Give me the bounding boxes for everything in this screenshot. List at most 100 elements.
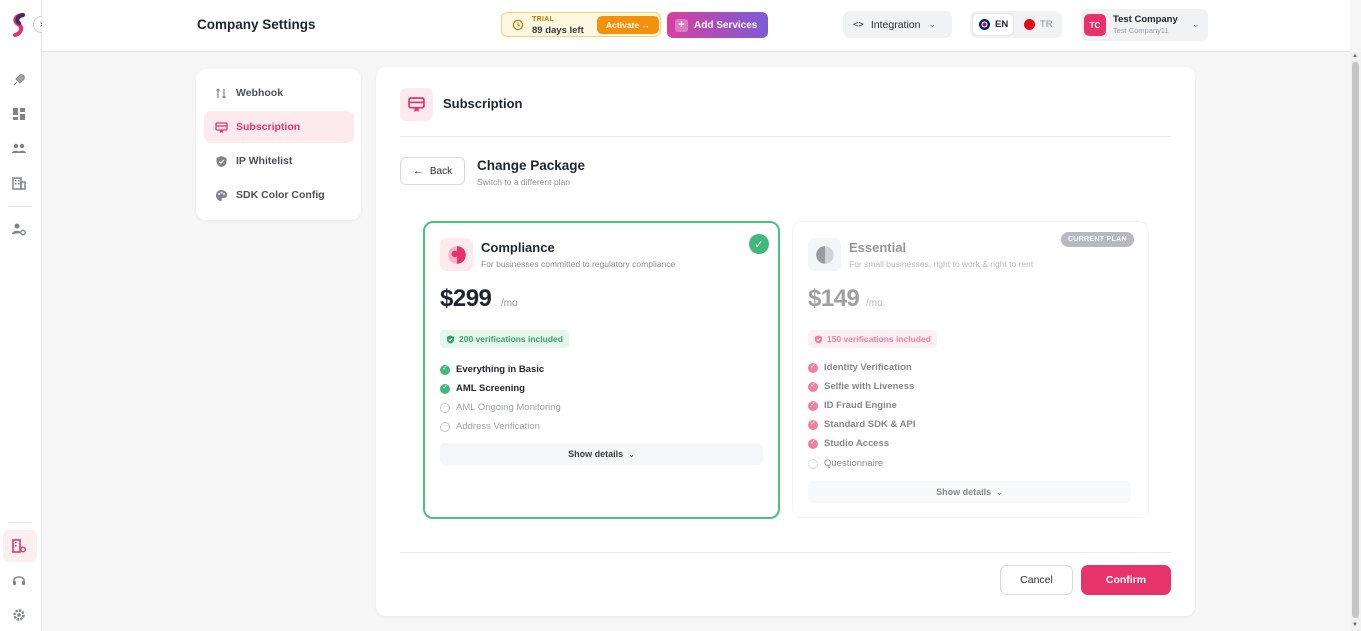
change-package-title: Change Package [477, 158, 586, 173]
menu-item-sdk-color-config[interactable]: SDK Color Config [204, 179, 354, 211]
check-circle-icon: ✓ [808, 438, 818, 449]
check-circle-icon: ✓ [440, 383, 450, 394]
verifications-label: 150 verifications included [827, 334, 931, 344]
avatar: TC [1084, 14, 1106, 36]
scroll-up-arrow-icon[interactable]: ▲ [1352, 53, 1358, 59]
chevron-down-icon: ⌄ [628, 449, 635, 459]
cancel-button[interactable]: Cancel [1000, 565, 1073, 595]
verifications-badge: 200 verifications included [440, 330, 569, 348]
empty-circle-icon: – [808, 458, 818, 469]
check-circle-icon: ✓ [808, 362, 818, 373]
language-tr-label: TR [1040, 19, 1053, 30]
menu-item-ip-whitelist[interactable]: IP Whitelist [204, 145, 354, 177]
integration-dropdown[interactable]: <> Integration ⌄ [843, 11, 952, 38]
subscription-icon [400, 88, 433, 121]
empty-circle-icon: – [440, 402, 450, 413]
check-circle-icon: ✓ [808, 381, 818, 392]
check-circle-icon: ✓ [808, 419, 818, 430]
trial-label: TRIAL [532, 16, 555, 23]
menu-item-subscription[interactable]: Subscription [204, 111, 354, 143]
user-menu[interactable]: TC Test Company Test Company11 ⌄ [1081, 9, 1208, 41]
change-package-subtitle: Switch to a different plan [477, 177, 570, 187]
feature-item: – Questionnaire [808, 458, 883, 469]
section-divider [400, 136, 1171, 137]
feature-item: – AML Ongoing Monitoring [440, 402, 561, 413]
plan-period: /mo [501, 298, 518, 309]
feature-label: AML Ongoing Monitoring [456, 402, 561, 413]
verifications-label: 200 verifications included [459, 334, 563, 344]
plan-price: $299 [440, 285, 492, 312]
feature-item: ✓ Identity Verification [808, 362, 912, 373]
feature-item: ✓ Standard SDK & API [808, 419, 916, 430]
language-en-label: EN [995, 19, 1009, 30]
rail-divider [8, 206, 32, 207]
feature-item: ✓ Selfie with Liveness [808, 381, 914, 392]
settings-menu: Webhook Subscription IP Whitelist SDK Co… [196, 69, 361, 220]
section-title: Subscription [443, 96, 523, 111]
vertical-scrollbar[interactable]: ▲ ▼ [1350, 52, 1361, 631]
palette-icon [216, 189, 227, 201]
show-details-button[interactable]: Show details ⌄ [808, 481, 1131, 503]
shield-icon [216, 155, 227, 167]
plan-period: /mo [866, 298, 883, 309]
feature-item: ✓ Studio Access [808, 438, 889, 449]
menu-item-label: SDK Color Config [236, 189, 325, 201]
plan-card-compliance[interactable]: Compliance For businesses committed to r… [423, 221, 780, 519]
language-tr-option[interactable]: TR [1024, 19, 1053, 30]
scrollbar-thumb[interactable] [1352, 62, 1359, 618]
selected-check-icon: ✓ [749, 234, 769, 254]
support-icon[interactable] [9, 570, 29, 590]
building-icon[interactable] [9, 173, 29, 193]
plan-name: Compliance [481, 240, 555, 255]
feature-label: Selfie with Liveness [824, 381, 915, 392]
uk-flag-icon [979, 19, 990, 30]
plan-description: For small businesses, right to work & ri… [849, 259, 1034, 269]
check-circle-icon: ✓ [808, 400, 818, 411]
language-switcher: EN TR [970, 11, 1062, 38]
chevron-down-icon: ⌄ [996, 487, 1003, 497]
company-settings-icon[interactable] [9, 536, 29, 556]
menu-item-label: Webhook [236, 87, 284, 99]
feature-label: Address Verification [456, 421, 540, 432]
verifications-badge: 150 verifications included [808, 330, 937, 348]
feature-label: Everything in Basic [456, 364, 545, 375]
back-button[interactable]: ← Back [400, 157, 465, 185]
feature-label: ID Fraud Engine [824, 400, 897, 411]
webhook-icon [216, 88, 226, 98]
gear-icon[interactable] [9, 605, 29, 625]
shield-check-icon [446, 334, 455, 344]
user-settings-icon[interactable] [9, 219, 29, 239]
plan-price: $149 [808, 285, 860, 312]
integration-label: Integration [870, 18, 921, 31]
feature-item: ✓ AML Screening [440, 383, 525, 394]
confirm-button[interactable]: Confirm [1081, 565, 1171, 595]
scroll-down-arrow-icon[interactable]: ▼ [1352, 622, 1358, 628]
feature-item: – Address Verification [440, 421, 540, 432]
left-rail: › [0, 0, 50, 631]
clock-icon [512, 19, 524, 31]
add-services-button[interactable]: + Add Services [667, 12, 768, 38]
feature-label: Questionnaire [824, 458, 884, 469]
check-circle-icon: ✓ [440, 364, 450, 375]
feature-label: AML Screening [456, 383, 525, 394]
brand-logo[interactable] [9, 12, 29, 38]
users-icon[interactable] [9, 138, 29, 158]
dashboard-icon[interactable] [9, 104, 29, 124]
add-services-label: Add Services [694, 19, 758, 31]
top-header: Company Settings TRIAL 89 days left Acti… [42, 0, 1350, 52]
chevron-down-icon: ⌄ [1192, 19, 1200, 29]
back-label: Back [429, 165, 453, 177]
trial-days-left: 89 days left [532, 25, 584, 36]
menu-item-webhook[interactable]: Webhook [204, 77, 354, 109]
plan-name: Essential [849, 240, 907, 255]
plan-card-essential[interactable]: CURRENT PLAN Essential For small busines… [792, 221, 1149, 518]
activate-button[interactable]: Activate → [597, 16, 659, 34]
code-icon: <> [853, 19, 864, 30]
rocket-icon[interactable] [9, 70, 29, 90]
turkey-flag-icon [1024, 19, 1035, 30]
current-plan-badge: CURRENT PLAN [1061, 232, 1134, 247]
language-en-option[interactable]: EN [973, 14, 1013, 35]
plan-description: For businesses committed to regulatory c… [481, 259, 676, 269]
empty-circle-icon: – [440, 421, 450, 432]
show-details-button[interactable]: Show details ⌄ [440, 443, 763, 465]
